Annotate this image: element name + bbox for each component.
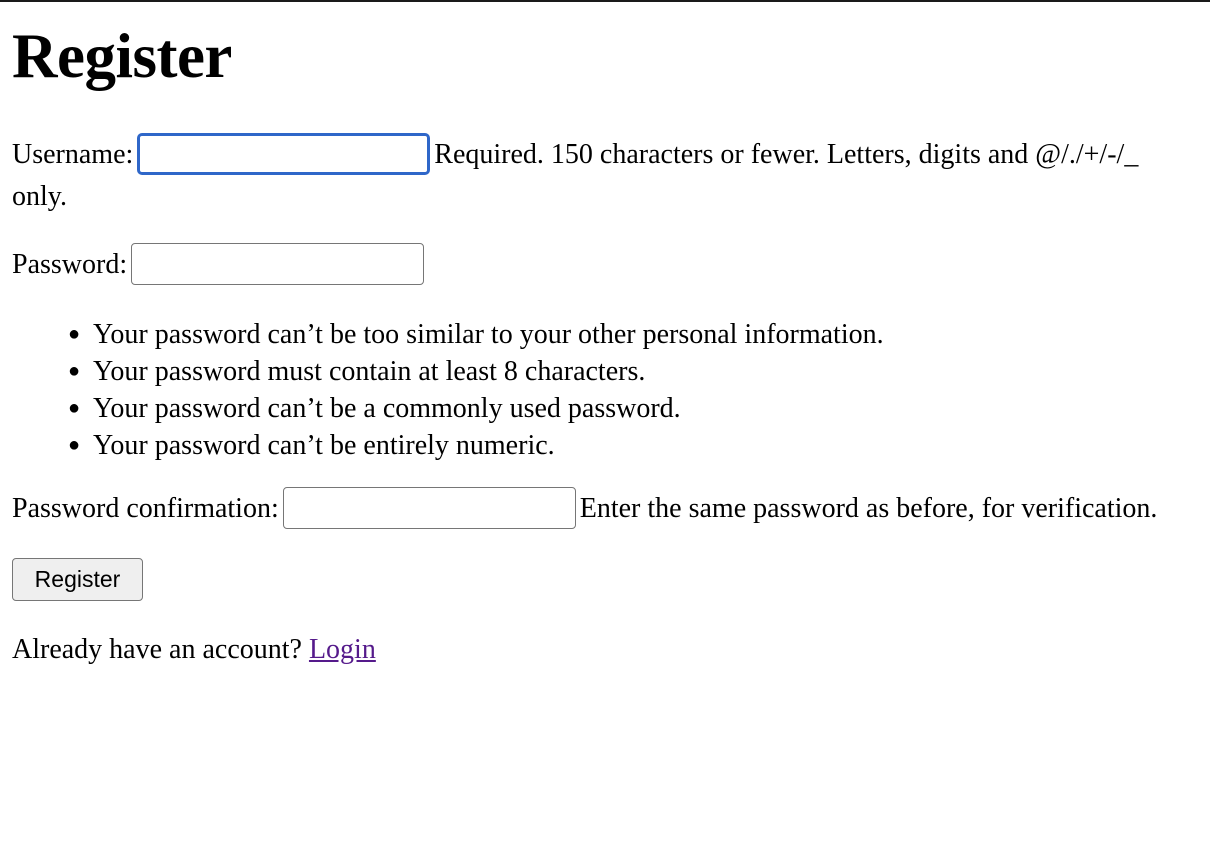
password-label: Password: (12, 249, 128, 280)
username-row: Username: Required. 150 characters or few… (12, 132, 1192, 218)
list-item: ● Your password can’t be too similar to y… (68, 316, 1192, 353)
bullet-icon: ● (68, 434, 81, 456)
password-help-list: ● Your password can’t be too similar to y… (12, 316, 1192, 464)
password-confirmation-input[interactable] (282, 486, 576, 529)
register-button[interactable]: Register (12, 558, 143, 601)
list-item: ● Your password can’t be entirely numeric… (68, 427, 1192, 464)
bullet-icon: ● (68, 323, 81, 345)
password-help-item: Your password can’t be too similar to yo… (93, 319, 884, 350)
password-help-item: Your password can’t be entirely numeric. (93, 430, 555, 461)
page-title: Register (12, 21, 232, 91)
password-row: Password: (12, 242, 1192, 286)
password-help-item: Your password must contain at least 8 ch… (93, 356, 646, 387)
login-prompt-row: Already have an account? Login (12, 629, 1192, 671)
password-confirmation-row: Password confirmation: Enter the same pas… (12, 486, 1192, 530)
username-input[interactable] (137, 132, 431, 175)
register-form: Username: Required. 150 characters or few… (12, 132, 1192, 601)
bullet-icon: ● (68, 397, 81, 419)
list-item: ● Your password can’t be a commonly used … (68, 390, 1192, 427)
password-confirmation-help-text: Enter the same password as before, for v… (579, 493, 1158, 524)
username-label: Username: (12, 139, 134, 170)
login-prompt-text: Already have an account? (12, 634, 302, 665)
list-item: ● Your password must contain at least 8 c… (68, 353, 1192, 390)
register-page: Register Username: Required. 150 characte… (12, 0, 1192, 699)
password-confirmation-label: Password confirmation: (12, 493, 279, 524)
password-help-item: Your password can’t be a commonly used p… (93, 393, 681, 424)
password-input[interactable] (131, 242, 425, 285)
bullet-icon: ● (68, 360, 81, 382)
login-link[interactable]: Login (309, 634, 376, 665)
submit-row: Register (12, 558, 1192, 601)
